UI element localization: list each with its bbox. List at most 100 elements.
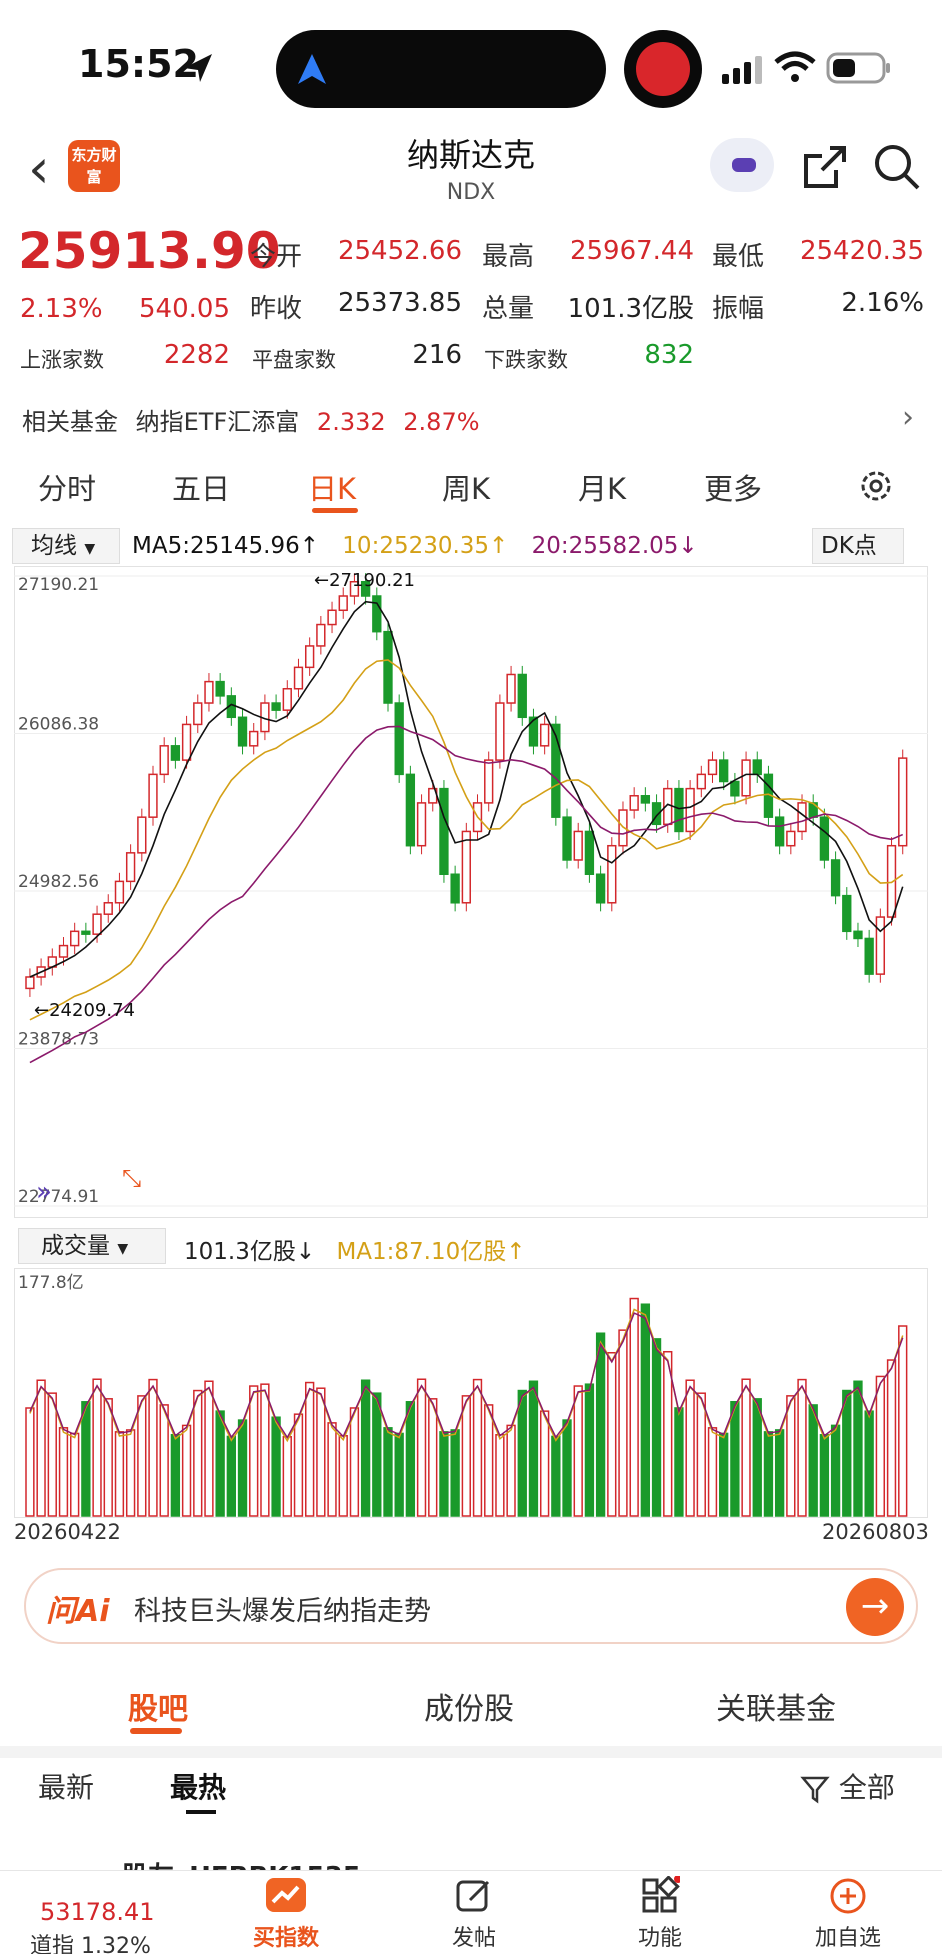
trend-chart-icon <box>266 1878 306 1912</box>
candle-body <box>898 757 908 847</box>
tab-related-funds[interactable]: 关联基金 <box>716 1684 836 1728</box>
volume-bar <box>237 1419 248 1517</box>
tab-guba[interactable]: 股吧 <box>128 1684 188 1728</box>
expand-icon[interactable]: ⤡ <box>122 1164 141 1192</box>
volume-bar <box>898 1325 908 1517</box>
volume-values: 101.3亿股↓ MA1:87.10亿股↑ <box>184 1232 526 1266</box>
low-label: 最低 <box>712 242 765 272</box>
nav-functions-label: 功能 <box>637 1926 682 1951</box>
ma-select[interactable]: 均线 ▼ <box>12 528 120 564</box>
filter-label: 全部 <box>838 1771 895 1804</box>
nav-functions[interactable]: 功能 <box>600 1875 720 1952</box>
volume-bar <box>629 1297 639 1517</box>
candle-body <box>707 759 718 776</box>
change-value: 540.05 <box>139 294 230 324</box>
candle-body <box>842 894 852 933</box>
decliners-value: 832 <box>644 340 694 370</box>
volume-bar <box>193 1389 203 1517</box>
kline-chart[interactable]: 27190.2126086.3824982.5623878.7322774.91… <box>14 566 928 1218</box>
volume-chart[interactable]: 177.8亿 <box>14 1268 928 1518</box>
tab-weekly-k[interactable]: 周K <box>442 466 490 508</box>
candle-body <box>495 702 505 761</box>
volume-bar <box>640 1303 651 1517</box>
tab-more[interactable]: 更多 <box>704 466 762 508</box>
volume-bar <box>25 1407 35 1517</box>
settings-gear-icon[interactable] <box>856 466 896 506</box>
candle-body <box>450 873 460 904</box>
candle-body <box>103 902 113 915</box>
candle-body <box>170 745 181 761</box>
tab-hottest[interactable]: 最热 <box>170 1766 226 1806</box>
related-fund-row[interactable]: 相关基金 纳指ETF汇添富 2.332 2.87% <box>22 402 480 437</box>
candle-body <box>752 759 762 776</box>
candle-body <box>372 595 382 633</box>
ma5-value: MA5:25145.96↑ <box>132 533 319 559</box>
volume-bar <box>495 1434 505 1517</box>
volume-bar <box>405 1401 416 1517</box>
add-circle-icon <box>830 1878 866 1914</box>
volume-bar <box>304 1381 315 1517</box>
nav-post[interactable]: 发帖 <box>414 1876 534 1952</box>
volume-bar <box>886 1359 897 1517</box>
volume-bar <box>360 1379 371 1517</box>
advancers-label: 上涨家数 <box>20 348 104 372</box>
tab-daily-k[interactable]: 日K <box>308 466 356 508</box>
tab-latest[interactable]: 最新 <box>38 1766 94 1806</box>
ma-select-label: 均线 <box>31 533 77 559</box>
change-pct: 2.13% <box>20 294 103 324</box>
dk-point-button[interactable]: DK点 <box>812 528 904 564</box>
location-arrow-icon <box>184 54 212 82</box>
y-tick-label: 24982.56 <box>18 872 99 892</box>
nav-index-label[interactable]: 道指 1.32% <box>30 1928 151 1954</box>
candle-body <box>528 716 539 747</box>
filter-button[interactable]: 全部 <box>800 1766 895 1806</box>
candle-body <box>405 773 416 847</box>
wifi-icon <box>774 51 816 82</box>
nav-add-watchlist[interactable]: 加自选 <box>788 1876 908 1952</box>
candle-body <box>607 844 617 904</box>
ma-values: MA5:25145.96↑ 10:25230.35↑ 20:25582.05↓ <box>132 533 698 559</box>
ai-question-text[interactable]: 科技巨头爆发后纳指走势 <box>134 1589 431 1628</box>
volume-bar <box>249 1385 259 1517</box>
tab-intraday[interactable]: 分时 <box>38 466 96 508</box>
tab-constituents[interactable]: 成份股 <box>424 1684 514 1728</box>
nav-buy-index[interactable]: 买指数 <box>226 1876 346 1952</box>
dk-point-label: DK点 <box>821 533 877 559</box>
volume-select[interactable]: 成交量 ▼ <box>18 1228 166 1264</box>
fund-pct: 2.87% <box>403 408 480 436</box>
volume-bar <box>730 1401 740 1517</box>
chevron-right-icon[interactable]: › <box>902 400 914 435</box>
volume-bar <box>137 1395 147 1517</box>
candle-body <box>125 852 136 883</box>
fast-forward-icon[interactable]: » <box>36 1177 52 1207</box>
search-icon[interactable] <box>872 142 922 192</box>
ai-go-button[interactable]: → <box>846 1578 904 1636</box>
nav-index-value[interactable]: 53178.41 <box>40 1898 155 1926</box>
candle-body <box>316 623 326 647</box>
ai-assistant-button[interactable] <box>710 138 774 192</box>
volume-bar <box>316 1387 326 1517</box>
candle-body <box>215 680 225 697</box>
status-bar: 15:52 <box>0 0 942 130</box>
volume-bar <box>282 1436 292 1517</box>
volume-top-label: 177.8亿 <box>18 1273 84 1293</box>
high-value: 25967.44 <box>569 236 694 266</box>
candle-body <box>719 759 729 783</box>
volume-bar <box>204 1380 214 1517</box>
candle-body <box>282 688 292 711</box>
ai-logo: 问Ai <box>46 1594 110 1629</box>
prev-close-value: 25373.85 <box>337 288 462 318</box>
volume-bar <box>786 1395 796 1517</box>
max-price-label: ←27190.21 <box>314 570 415 591</box>
y-tick-label: 22774.91 <box>18 1187 99 1207</box>
advancers-value: 2282 <box>163 340 230 370</box>
volume-bar <box>92 1378 102 1517</box>
ma20-value: 20:25582.05↓ <box>531 533 698 559</box>
volume-bar <box>797 1378 807 1517</box>
tab-monthly-k[interactable]: 月K <box>578 466 626 508</box>
tab-five-day[interactable]: 五日 <box>172 466 230 508</box>
volume-bar <box>439 1431 449 1517</box>
volume-bar <box>70 1432 80 1517</box>
volume-bar <box>58 1427 69 1517</box>
share-icon[interactable] <box>800 142 850 192</box>
